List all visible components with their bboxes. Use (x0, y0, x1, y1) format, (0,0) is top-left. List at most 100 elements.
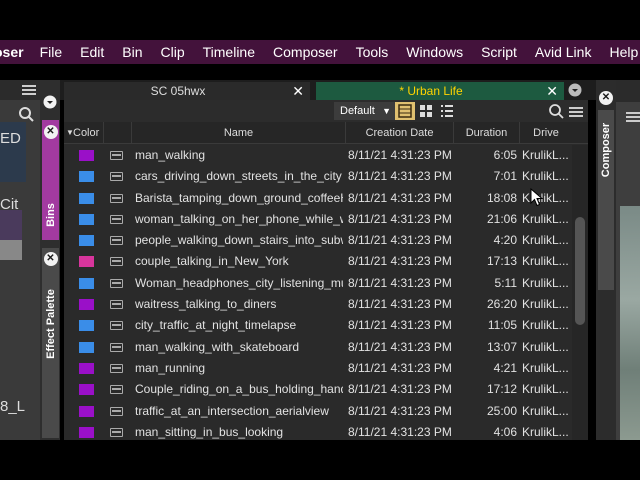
clip-name[interactable]: man_running (135, 361, 343, 375)
clip-color-swatch[interactable] (79, 256, 94, 268)
column-header-duration[interactable]: Duration (454, 122, 520, 144)
column-header-icon[interactable] (104, 122, 132, 144)
frame-view-button[interactable] (395, 102, 415, 120)
column-header-creation-date[interactable]: Creation Date (346, 122, 454, 144)
menu-composer[interactable]: Composer (273, 44, 338, 60)
clip-drive: KrulikL... (522, 297, 569, 312)
clip-name[interactable]: man_walking (135, 148, 343, 162)
bin-tab-bar: SC 05hwx ✕ * Urban Life ✕ (60, 80, 596, 100)
clip-color-swatch[interactable] (79, 362, 94, 374)
clip-row[interactable]: Couple_riding_on_a_bus_holding_hands 8/11… (64, 379, 572, 400)
close-icon[interactable]: ✕ (599, 91, 613, 105)
clip-name[interactable]: Barista_tamping_down_ground_coffeeH... (135, 191, 343, 205)
composer-panel-header (616, 80, 640, 102)
clip-row[interactable]: woman_talking_on_her_phone_while_w... 8/1… (64, 209, 572, 230)
clip-name[interactable]: man_sitting_in_bus_looking (135, 425, 343, 439)
clip-creation-date: 8/11/21 4:31:23 PM (348, 233, 452, 248)
left-panel-text: Cit (0, 196, 19, 213)
clip-color-swatch[interactable] (79, 235, 94, 247)
clip-color-swatch[interactable] (79, 299, 94, 311)
menu-file[interactable]: File (40, 44, 63, 60)
clip-name[interactable]: woman_talking_on_her_phone_while_w... (135, 212, 343, 226)
clip-color-swatch[interactable] (79, 320, 94, 332)
clip-name[interactable]: Couple_riding_on_a_bus_holding_hands (135, 382, 343, 396)
clip-row[interactable]: man_running 8/11/21 4:31:23 PM 4:21 KrulikL… (64, 358, 572, 379)
clip-name[interactable]: cars_driving_down_streets_in_the_city (135, 169, 343, 183)
left-panel: ED Cit 8_L (0, 80, 40, 440)
clip-name[interactable]: couple_talking_in_New_York (135, 254, 343, 268)
tab-urban-life[interactable]: * Urban Life ✕ (316, 82, 564, 100)
menu-windows[interactable]: Windows (406, 44, 463, 60)
clip-color-swatch[interactable] (79, 192, 94, 204)
composer-panel (616, 80, 640, 440)
close-icon[interactable]: ✕ (546, 82, 558, 100)
clip-color-swatch[interactable] (79, 150, 94, 161)
script-view-button[interactable] (416, 102, 436, 120)
clip-duration: 21:06 (486, 211, 517, 226)
tab-composer-label: Composer (600, 122, 612, 178)
tab-bins[interactable]: ✕ Bins (42, 120, 59, 240)
clip-name[interactable]: traffic_at_an_intersection_aerialview (135, 404, 343, 418)
tab-effect-palette[interactable]: ✕ Effect Palette (42, 248, 59, 438)
clip-creation-date: 8/11/21 4:31:23 PM (348, 297, 452, 312)
hamburger-icon[interactable] (626, 110, 640, 128)
column-header-color[interactable]: ▼ Color (64, 122, 104, 144)
clip-color-swatch[interactable] (79, 213, 94, 225)
clip-duration: 7:01 (493, 169, 517, 184)
clip-color-swatch[interactable] (79, 171, 94, 183)
menu-bin[interactable]: Bin (122, 44, 142, 60)
clip-name[interactable]: city_traffic_at_night_timelapse (135, 318, 343, 332)
hamburger-icon[interactable] (569, 105, 583, 123)
scrollbar[interactable] (572, 145, 588, 440)
clip-color-swatch[interactable] (79, 277, 94, 289)
clip-icon (110, 214, 123, 224)
clip-row[interactable]: man_walking_with_skateboard 8/11/21 4:31:… (64, 337, 572, 358)
column-header-name[interactable]: Name (132, 122, 346, 144)
menu-app[interactable]: oser (0, 44, 24, 60)
clip-drive: KrulikL... (522, 318, 569, 333)
clip-name[interactable]: waitress_talking_to_diners (135, 297, 343, 311)
clip-color-swatch[interactable] (79, 341, 94, 353)
clip-icon (110, 363, 123, 373)
clip-drive: KrulikL... (522, 424, 569, 439)
clip-color-swatch[interactable] (79, 384, 94, 396)
clip-color-swatch[interactable] (79, 405, 94, 417)
clip-row[interactable]: cars_driving_down_streets_in_the_city 8/1… (64, 166, 572, 187)
clip-color-swatch[interactable] (79, 426, 94, 438)
hamburger-icon[interactable] (22, 84, 36, 96)
menu-help[interactable]: Help (609, 44, 638, 60)
left-panel-grey (0, 240, 22, 260)
menu-script[interactable]: Script (481, 44, 517, 60)
clip-name[interactable]: Woman_headphones_city_listening_mu... (135, 276, 343, 290)
menu-timeline[interactable]: Timeline (203, 44, 255, 60)
clip-row[interactable]: man_walking 8/11/21 4:31:23 PM 6:05 KrulikL… (64, 145, 572, 166)
text-view-button[interactable] (437, 102, 457, 120)
close-icon[interactable]: ✕ (43, 252, 58, 266)
menu-clip[interactable]: Clip (161, 44, 185, 60)
clip-row[interactable]: waitress_talking_to_diners 8/11/21 4:31:2… (64, 294, 572, 315)
tab-composer[interactable]: Composer (598, 110, 614, 290)
clip-row[interactable]: couple_talking_in_New_York 8/11/21 4:31:2… (64, 251, 572, 272)
menu-tools[interactable]: Tools (356, 44, 389, 60)
clip-name[interactable]: people_walking_down_stairs_into_subw... (135, 233, 343, 247)
clip-list: man_walking 8/11/21 4:31:23 PM 6:05 KrulikL… (64, 145, 572, 440)
clip-row[interactable]: city_traffic_at_night_timelapse 8/11/21 4… (64, 315, 572, 336)
clip-drive: KrulikL... (522, 403, 569, 418)
column-header-drive[interactable]: Drive (520, 122, 572, 144)
clip-row[interactable]: Barista_tamping_down_ground_coffeeH... 8/… (64, 188, 572, 209)
close-icon[interactable]: ✕ (292, 82, 304, 100)
clip-row[interactable]: Woman_headphones_city_listening_mu... 8/1… (64, 273, 572, 294)
scrollbar-thumb[interactable] (575, 217, 585, 325)
clip-name[interactable]: man_walking_with_skateboard (135, 340, 343, 354)
menu-edit[interactable]: Edit (80, 44, 104, 60)
search-icon[interactable] (548, 103, 564, 124)
tab-sc-05hwx[interactable]: SC 05hwx ✕ (64, 82, 310, 100)
clip-row[interactable]: traffic_at_an_intersection_aerialview 8/1… (64, 401, 572, 422)
clip-icon (110, 427, 123, 437)
menu-avid-link[interactable]: Avid Link (535, 44, 592, 60)
clip-row[interactable]: man_sitting_in_bus_looking 8/11/21 4:31:2… (64, 422, 572, 440)
chevron-down-icon[interactable] (43, 95, 57, 114)
clip-row[interactable]: people_walking_down_stairs_into_subw... 8… (64, 230, 572, 251)
close-icon[interactable]: ✕ (43, 125, 58, 139)
view-select[interactable]: Default ▼ (334, 102, 396, 120)
